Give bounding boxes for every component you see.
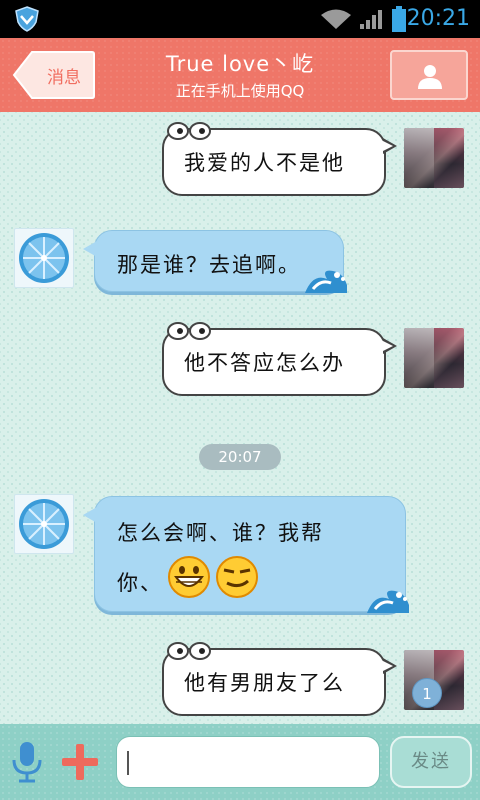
microphone-icon[interactable] [10,740,44,784]
lemon-avatar-icon [19,233,69,283]
message-bubble-outgoing[interactable]: 我爱的人不是他 [162,122,397,196]
message-bubble-incoming[interactable]: 怎么会啊、谁？我帮 你、 [83,496,409,613]
status-bar: 20:21 [0,0,480,38]
smirk-emoji-icon [216,556,258,598]
message-text: 我爱的人不是他 [184,151,345,175]
wifi-icon [321,9,351,29]
lemon-avatar-icon [19,499,69,549]
shield-icon [15,6,39,32]
message-bubble-outgoing[interactable]: 他不答应怎么办 [162,322,397,396]
clock: 20:21 [406,6,470,31]
chat-header: 消息 True love丶屹 正在手机上使用QQ [0,38,480,112]
back-button[interactable]: 消息 [12,50,96,100]
contact-name: True love丶屹 [165,52,315,76]
eyes-decoration-icon [167,642,211,660]
contact-status: 正在手机上使用QQ [175,82,305,100]
text-cursor [127,751,129,775]
profile-button[interactable] [390,50,468,100]
eyes-decoration-icon [167,322,211,340]
message-input[interactable] [116,736,380,788]
message-list[interactable]: 我爱的人不是他 那是谁？去追啊。 他不答应怎么办 20:07 怎么会啊、谁？我帮… [0,112,480,724]
unread-count-badge[interactable]: 1 [412,678,442,708]
timestamp-divider: 20:07 [199,444,281,470]
plus-icon[interactable] [60,742,100,782]
send-button[interactable]: 发送 [390,736,472,788]
person-icon [418,65,442,89]
message-text: 他有男朋友了么 [184,671,345,695]
contact-avatar[interactable] [14,228,74,288]
my-avatar[interactable] [404,328,464,388]
input-bar: 发送 [0,724,480,800]
eyes-decoration-icon [167,122,211,140]
my-avatar[interactable] [404,128,464,188]
signal-icon [360,10,382,29]
battery-icon [392,6,406,32]
message-text: 他不答应怎么办 [184,351,345,375]
back-label: 消息 [47,68,81,88]
message-bubble-incoming[interactable]: 那是谁？去追啊。 [83,230,347,293]
grin-emoji-icon [168,556,210,598]
wave-decoration-icon [367,590,409,613]
wave-decoration-icon [305,270,347,293]
message-text-line1: 怎么会啊、谁？我帮 [117,521,324,545]
message-bubble-outgoing[interactable]: 他有男朋友了么 [162,642,397,716]
message-text: 那是谁？去追啊。 [117,253,301,277]
contact-avatar[interactable] [14,494,74,554]
message-text-line2: 你、 [117,571,163,595]
